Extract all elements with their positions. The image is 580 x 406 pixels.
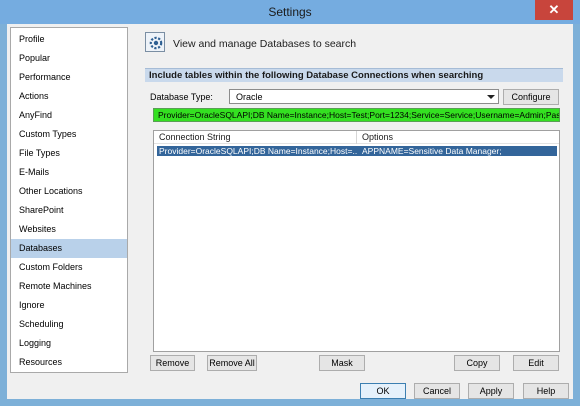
ok-button[interactable]: OK xyxy=(360,383,406,399)
remove-button[interactable]: Remove xyxy=(150,355,195,371)
settings-nav: Profile Popular Performance Actions AnyF… xyxy=(10,27,128,373)
nav-item-custom-folders[interactable]: Custom Folders xyxy=(11,258,127,277)
column-header-connection-string[interactable]: Connection String xyxy=(159,132,231,142)
nav-item-other-locations[interactable]: Other Locations xyxy=(11,182,127,201)
database-type-select[interactable]: Oracle xyxy=(229,89,499,104)
remove-all-button[interactable]: Remove All xyxy=(207,355,257,371)
chevron-down-icon xyxy=(487,95,495,99)
nav-item-anyfind[interactable]: AnyFind xyxy=(11,106,127,125)
column-divider[interactable] xyxy=(356,131,357,144)
close-icon: ✕ xyxy=(548,2,560,17)
nav-item-actions[interactable]: Actions xyxy=(11,87,127,106)
nav-item-profile[interactable]: Profile xyxy=(11,30,127,49)
database-type-value: Oracle xyxy=(236,92,263,102)
connection-string-value: Provider=OracleSQLAPI;DB Name=Instance;H… xyxy=(158,110,560,120)
nav-item-sharepoint[interactable]: SharePoint xyxy=(11,201,127,220)
configure-button[interactable]: Configure xyxy=(503,89,559,105)
connection-string-input[interactable]: Provider=OracleSQLAPI;DB Name=Instance;H… xyxy=(153,108,560,122)
settings-window: Settings ✕ Profile Popular Performance A… xyxy=(0,0,580,406)
row-options: APPNAME=Sensitive Data Manager; xyxy=(362,146,502,156)
copy-button[interactable]: Copy xyxy=(454,355,500,371)
dialog-footer: OK Cancel Apply Help xyxy=(7,377,573,399)
section-header: Include tables within the following Data… xyxy=(145,68,563,82)
nav-item-scheduling[interactable]: Scheduling xyxy=(11,315,127,334)
nav-item-e-mails[interactable]: E-Mails xyxy=(11,163,127,182)
nav-item-custom-types[interactable]: Custom Types xyxy=(11,125,127,144)
edit-button[interactable]: Edit xyxy=(513,355,559,371)
close-button[interactable]: ✕ xyxy=(535,0,573,20)
settings-gear-icon xyxy=(145,32,165,52)
mask-button[interactable]: Mask xyxy=(319,355,365,371)
nav-item-ignore[interactable]: Ignore xyxy=(11,296,127,315)
table-row[interactable]: Provider=OracleSQLAPI;DB Name=Instance;H… xyxy=(157,146,557,156)
nav-item-file-types[interactable]: File Types xyxy=(11,144,127,163)
nav-item-remote-machines[interactable]: Remote Machines xyxy=(11,277,127,296)
nav-item-resources[interactable]: Resources xyxy=(11,353,127,372)
column-header-options[interactable]: Options xyxy=(362,132,393,142)
apply-button[interactable]: Apply xyxy=(468,383,514,399)
page-heading: View and manage Databases to search xyxy=(173,38,357,50)
database-type-label: Database Type: xyxy=(150,92,213,102)
title-bar[interactable]: Settings ✕ xyxy=(0,0,580,24)
nav-item-websites[interactable]: Websites xyxy=(11,220,127,239)
nav-item-popular[interactable]: Popular xyxy=(11,49,127,68)
connections-table[interactable]: Connection String Options Provider=Oracl… xyxy=(153,130,560,352)
window-title: Settings xyxy=(268,5,312,19)
help-button[interactable]: Help xyxy=(523,383,569,399)
section-title: Include tables within the following Data… xyxy=(149,70,484,81)
nav-item-databases[interactable]: Databases xyxy=(11,239,127,258)
nav-item-performance[interactable]: Performance xyxy=(11,68,127,87)
cancel-button[interactable]: Cancel xyxy=(414,383,460,399)
row-connection-string: Provider=OracleSQLAPI;DB Name=Instance;H… xyxy=(159,146,357,156)
table-header: Connection String Options xyxy=(154,131,559,144)
dialog-client: Profile Popular Performance Actions AnyF… xyxy=(7,24,573,399)
nav-item-logging[interactable]: Logging xyxy=(11,334,127,353)
